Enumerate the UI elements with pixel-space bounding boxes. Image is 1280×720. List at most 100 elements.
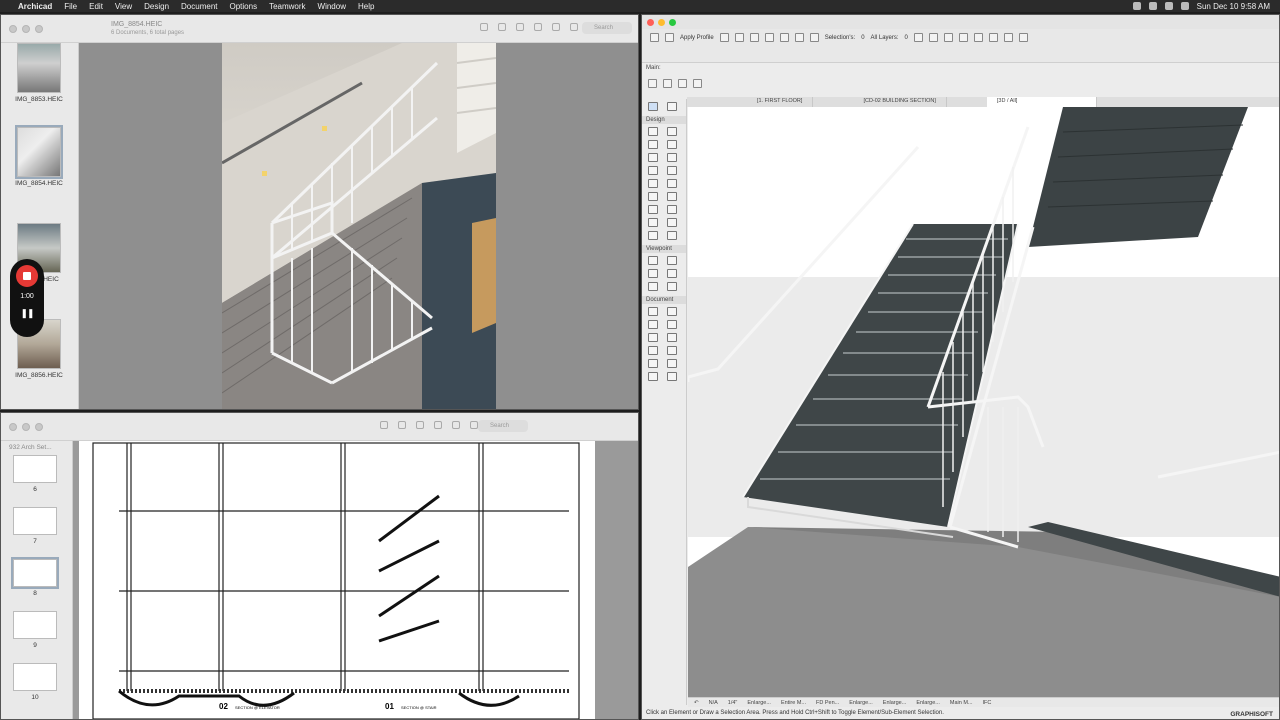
line-tool[interactable]: [667, 333, 677, 342]
lamp-tool[interactable]: [648, 231, 658, 240]
toolbox-section-document[interactable]: Document: [642, 296, 686, 304]
redo-icon[interactable]: [734, 33, 744, 42]
3d-view-icon[interactable]: [958, 33, 968, 42]
zoom-in-icon[interactable]: [416, 421, 424, 429]
status-main-model[interactable]: Main M...: [950, 700, 973, 706]
skylight-tool[interactable]: [667, 192, 677, 201]
spline-tool[interactable]: [648, 359, 658, 368]
door-tool[interactable]: [667, 179, 677, 188]
menu-file[interactable]: File: [64, 2, 77, 11]
arrow-tool-icon[interactable]: [650, 33, 659, 42]
marquee-tool[interactable]: [667, 102, 677, 111]
page-thumbnail[interactable]: 10: [13, 663, 57, 701]
zoom-window-button[interactable]: [35, 24, 43, 33]
search-input[interactable]: Search: [582, 22, 632, 34]
arrow-tool[interactable]: [648, 102, 658, 111]
tab-building-section[interactable]: [CD-02 BUILDING SECTION]: [853, 97, 947, 107]
zone-tool[interactable]: [667, 205, 677, 214]
page-thumbnail[interactable]: 6: [13, 455, 57, 493]
worksheet-tool[interactable]: [667, 269, 677, 278]
arc-tool[interactable]: [648, 346, 658, 355]
share-icon[interactable]: [434, 421, 442, 429]
column-tool[interactable]: [667, 127, 677, 136]
close-window-button[interactable]: [9, 422, 17, 431]
close-window-button[interactable]: [647, 18, 654, 26]
thumbnail-item[interactable]: IMG_8854.HEIC: [9, 125, 69, 187]
menu-app-name[interactable]: Archicad: [18, 2, 52, 11]
mesh-tool[interactable]: [648, 218, 658, 227]
railing-tool[interactable]: [667, 166, 677, 175]
detail-tool[interactable]: [648, 282, 658, 291]
status-enlarge-1[interactable]: Enlarge...: [747, 700, 771, 706]
zoom-window-button[interactable]: [669, 18, 676, 26]
status-entire-model[interactable]: Entire M...: [781, 700, 806, 706]
page-thumbnail[interactable]: 7: [13, 507, 57, 545]
pointer-icon[interactable]: [693, 79, 702, 88]
close-window-button[interactable]: [9, 24, 17, 33]
fill-icon[interactable]: [809, 33, 819, 42]
hotspot-tool[interactable]: [667, 359, 677, 368]
menu-view[interactable]: View: [115, 2, 132, 11]
elevation-icon[interactable]: [988, 33, 998, 42]
dimension-tool[interactable]: [648, 307, 658, 316]
marquee-tool-icon[interactable]: [665, 33, 674, 42]
zoom-out-icon[interactable]: [398, 421, 406, 429]
mirror-icon[interactable]: [794, 33, 804, 42]
figure-tool[interactable]: [648, 372, 658, 381]
menu-document[interactable]: Document: [181, 2, 217, 11]
status-enlarge-4[interactable]: Enlarge...: [916, 700, 940, 706]
guide-icon[interactable]: [928, 33, 938, 42]
view-icon[interactable]: [663, 79, 672, 88]
grid-icon[interactable]: [943, 33, 953, 42]
change-tool[interactable]: [667, 372, 677, 381]
info-icon[interactable]: [380, 421, 388, 429]
elevation-tool[interactable]: [667, 256, 677, 265]
plan-icon[interactable]: [648, 79, 657, 88]
beam-tool[interactable]: [648, 140, 658, 149]
zoom-in-icon[interactable]: [516, 23, 524, 31]
zoom-window-button[interactable]: [35, 422, 43, 431]
wifi-icon[interactable]: [1132, 2, 1141, 10]
page-thumbnail[interactable]: 8: [11, 557, 59, 597]
status-enlarge-3[interactable]: Enlarge...: [883, 700, 907, 706]
menu-help[interactable]: Help: [358, 2, 374, 11]
battery-icon[interactable]: [1148, 2, 1157, 10]
snap-icon[interactable]: [913, 33, 923, 42]
markup-icon[interactable]: [452, 421, 460, 429]
menu-edit[interactable]: Edit: [89, 2, 103, 11]
layout-icon[interactable]: [1003, 33, 1013, 42]
menu-options[interactable]: Options: [230, 2, 258, 11]
status-pen-set[interactable]: FD Pen...: [816, 700, 839, 706]
status-scale[interactable]: 1/4": [728, 700, 738, 706]
markup-icon[interactable]: [552, 23, 560, 31]
status-enlarge-2[interactable]: Enlarge...: [849, 700, 873, 706]
status-undo[interactable]: ↶: [694, 700, 699, 706]
slab-tool[interactable]: [667, 140, 677, 149]
shell-tool[interactable]: [667, 153, 677, 162]
interior-elevation-tool[interactable]: [648, 269, 658, 278]
toolbox-section-viewpoint[interactable]: Viewpoint: [642, 245, 686, 253]
opening-tool[interactable]: [667, 231, 677, 240]
render-icon[interactable]: [1018, 33, 1028, 42]
search-icon[interactable]: [1164, 2, 1173, 10]
roof-tool[interactable]: [648, 153, 658, 162]
thumbnail-item[interactable]: IMG_8853.HEIC: [9, 43, 69, 103]
menu-window[interactable]: Window: [318, 2, 346, 11]
apply-profile-button[interactable]: Apply Profile: [680, 35, 714, 41]
control-center-icon[interactable]: [1180, 2, 1189, 10]
toolbox-section-design[interactable]: Design: [642, 116, 686, 124]
morph-tool[interactable]: [667, 218, 677, 227]
clock[interactable]: Sun Dec 10 9:58 AM: [1197, 2, 1270, 11]
curtain-wall-tool[interactable]: [648, 179, 658, 188]
minimize-window-button[interactable]: [658, 18, 665, 26]
window-tool[interactable]: [648, 192, 658, 201]
polyline-tool[interactable]: [667, 346, 677, 355]
3d-viewport[interactable]: [688, 107, 1279, 697]
section-icon[interactable]: [973, 33, 983, 42]
rotate-icon[interactable]: [570, 23, 578, 31]
status-ifc[interactable]: IFC: [983, 700, 992, 706]
zoom-out-icon[interactable]: [498, 23, 506, 31]
fill-tool[interactable]: [648, 333, 658, 342]
menu-teamwork[interactable]: Teamwork: [269, 2, 305, 11]
wall-tool[interactable]: [648, 127, 658, 136]
